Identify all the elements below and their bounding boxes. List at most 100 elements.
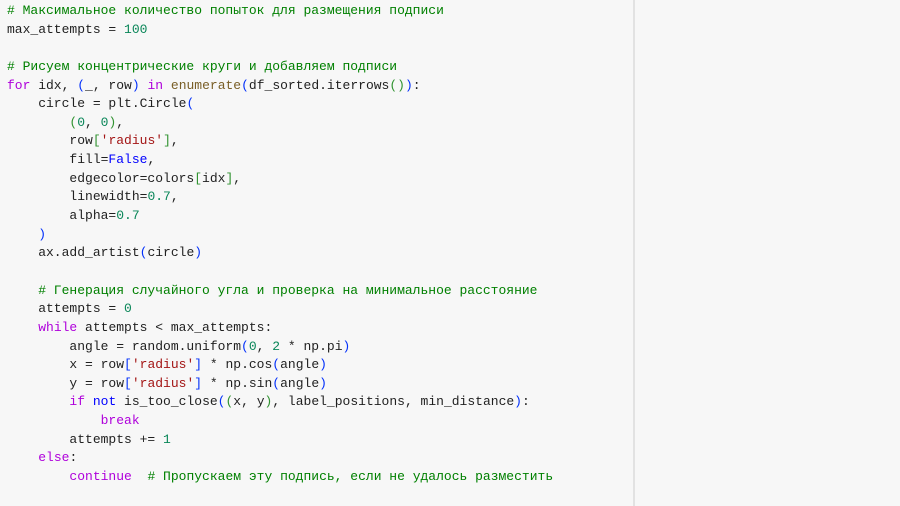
code-line[interactable]	[7, 263, 553, 282]
code-token: row	[7, 133, 93, 149]
code-line[interactable]: # Рисуем концентрические круги и добавля…	[7, 58, 553, 77]
code-line[interactable]: )	[7, 226, 553, 245]
code-token: )	[131, 77, 140, 93]
code-token: 100	[124, 21, 148, 37]
code-token: edgecolor=colors	[7, 170, 195, 186]
code-token: 0	[248, 338, 257, 354]
code-editor[interactable]: # Максимальное количество попыток для ра…	[0, 0, 633, 506]
code-line[interactable]: alpha=0.7	[7, 207, 553, 226]
code-token: 0	[124, 301, 132, 317]
code-token: * np.cos	[202, 357, 273, 373]
code-token: alpha=	[7, 208, 117, 224]
code-token: ,	[85, 114, 101, 130]
code-block[interactable]: # Максимальное количество попыток для ра…	[7, 2, 553, 487]
code-token: (	[272, 357, 281, 373]
code-line[interactable]: y = row['radius'] * np.sin(angle)	[7, 375, 553, 394]
code-token: 'radius'	[131, 375, 195, 391]
code-token: linewidth=	[7, 189, 148, 205]
code-line[interactable]: x = row['radius'] * np.cos(angle)	[7, 356, 553, 375]
code-token: df_sorted.iterrows	[248, 77, 390, 93]
code-token: )	[38, 226, 47, 242]
code-token: , label_positions, min_distance	[272, 394, 515, 410]
code-token: in	[147, 77, 164, 93]
code-line[interactable]: max_attempts = 100	[7, 21, 553, 40]
code-token: fill=	[7, 152, 109, 168]
code-token: for	[7, 77, 31, 93]
code-token: * np.pi	[280, 338, 343, 354]
code-token: * np.sin	[202, 375, 273, 391]
code-token: ,	[147, 152, 156, 168]
code-token: [	[124, 357, 132, 373]
code-token: 'radius'	[100, 133, 164, 149]
code-line[interactable]: if not is_too_close((x, y), label_positi…	[7, 393, 553, 412]
code-line[interactable]	[7, 39, 553, 58]
code-token: ]	[194, 375, 203, 391]
code-token: (	[241, 77, 249, 93]
code-token: )	[404, 77, 413, 93]
code-line[interactable]: break	[7, 412, 553, 431]
code-token: angle = random.uniform	[7, 338, 242, 354]
code-line[interactable]: for idx, (_, row) in enumerate(df_sorted…	[7, 77, 553, 96]
code-token: 0.7	[147, 189, 171, 205]
code-token: )	[342, 338, 351, 354]
code-line[interactable]: # Генерация случайного угла и проверка н…	[7, 282, 553, 301]
code-token: continue	[69, 469, 132, 485]
code-token: ,	[170, 133, 179, 149]
code-token: else	[38, 450, 70, 466]
code-line[interactable]: # Максимальное количество попыток для ра…	[7, 2, 553, 21]
code-token: ax.add_artist	[7, 245, 140, 261]
code-line[interactable]: while attempts < max_attempts:	[7, 319, 553, 338]
code-token: (	[77, 77, 86, 93]
code-token: )	[514, 394, 522, 410]
code-line[interactable]: (0, 0),	[7, 114, 553, 133]
code-token: break	[100, 413, 140, 429]
code-token: idx	[202, 170, 226, 186]
code-token: enumerate	[170, 77, 242, 93]
code-token: attempts < max_attempts:	[77, 319, 273, 335]
code-token: attempts +=	[7, 431, 164, 447]
code-token: ,	[233, 170, 242, 186]
code-token: while	[38, 319, 78, 335]
code-line[interactable]: attempts += 1	[7, 431, 553, 450]
code-token: 'radius'	[131, 357, 195, 373]
code-line[interactable]: linewidth=0.7,	[7, 188, 553, 207]
code-token: (	[272, 375, 281, 391]
code-token: idx,	[30, 77, 78, 93]
code-token: # Рисуем концентрические круги и добавля…	[7, 58, 398, 74]
output-pane	[635, 0, 900, 506]
code-line[interactable]: angle = random.uniform(0, 2 * np.pi)	[7, 338, 553, 357]
code-line[interactable]: continue # Пропускаем эту подпись, если …	[7, 468, 553, 487]
code-token: 0.7	[116, 208, 140, 224]
code-token: [	[124, 375, 132, 391]
code-token: :	[69, 450, 78, 466]
code-line[interactable]: row['radius'],	[7, 132, 553, 151]
code-token: False	[108, 152, 148, 168]
code-token: _, row	[85, 77, 132, 93]
code-token: ]	[163, 133, 171, 149]
code-line[interactable]: circle = plt.Circle(	[7, 95, 553, 114]
code-token: ,	[256, 338, 273, 354]
code-token: if	[69, 394, 86, 410]
code-token: is_too_close	[116, 394, 218, 410]
code-line[interactable]: fill=False,	[7, 151, 553, 170]
code-token: # Пропускаем эту подпись, если не удалос…	[147, 469, 554, 485]
code-token: ()	[389, 77, 405, 93]
code-line[interactable]: attempts = 0	[7, 300, 553, 319]
code-token: [	[92, 133, 101, 149]
code-line[interactable]: edgecolor=colors[idx],	[7, 170, 553, 189]
code-line[interactable]: ax.add_artist(circle)	[7, 244, 553, 263]
code-line[interactable]: else:	[7, 449, 553, 468]
code-token: max_attempts =	[7, 21, 125, 37]
code-token: x = row	[7, 357, 125, 373]
code-token: )	[194, 245, 203, 261]
code-token: )	[319, 357, 327, 373]
code-token: circle	[147, 245, 195, 261]
